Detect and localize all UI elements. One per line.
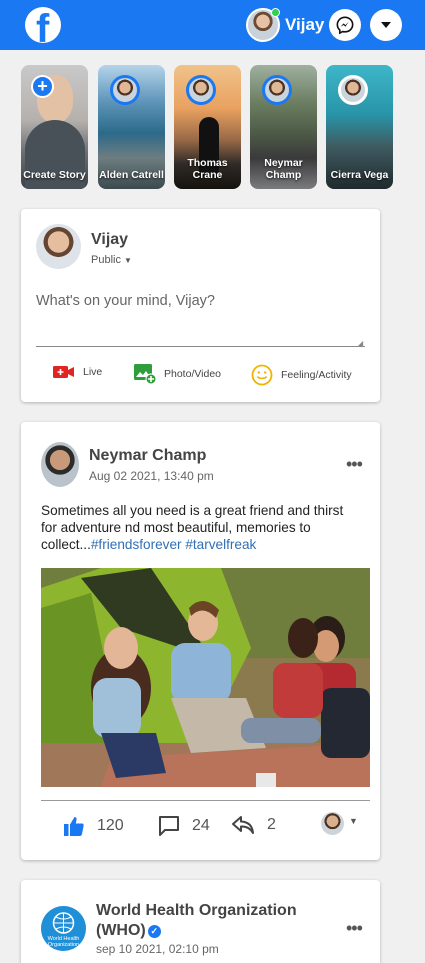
post-author-avatar[interactable] [41,442,79,487]
caret-down-icon [381,22,391,28]
add-story-icon[interactable]: + [31,75,54,98]
post-photo[interactable] [41,568,370,787]
story-avatar [110,75,140,105]
resize-handle-icon[interactable]: ◢ [357,339,363,348]
story-label: Cierra Vega [330,169,389,181]
live-label: Live [83,366,103,378]
story-label: Thomas Crane [187,157,228,181]
thumbs-up-icon [64,817,84,836]
like-button[interactable]: 120 [63,815,124,837]
facebook-logo-icon[interactable]: f [25,7,61,43]
post-author-name[interactable]: World Health Organization (WHO) ✓ [96,901,316,941]
share-button[interactable]: 2 [231,815,276,835]
story-avatar [262,75,292,105]
story-avatar [338,75,368,105]
top-bar: f Vijay [0,0,425,50]
composer-user-name: Vijay [91,231,129,248]
post-divider [41,800,370,801]
camping-photo [41,568,370,787]
privacy-label: Public [91,254,121,266]
video-camera-icon [53,366,74,378]
smiley-icon [251,364,273,386]
photo-add-icon [134,364,156,384]
comment-count: 24 [192,817,210,834]
reply-share-icon [232,816,254,834]
story-create[interactable]: + Create Story [21,65,88,189]
story-label: Create Story [23,169,86,181]
caret-down-icon[interactable]: ▼ [349,816,358,826]
story-avatar [186,75,216,105]
post-card: Neymar Champ Aug 02 2021, 13:40 pm ••• S… [21,422,380,860]
post-card: World Health Organization World Health O… [21,880,380,963]
status-input[interactable]: What's on your mind, Vijay? [36,293,215,309]
account-menu-button[interactable] [370,9,402,41]
post-author-name[interactable]: Neymar Champ [89,447,206,465]
story-label: Alden Catrell [99,169,164,181]
composer-avatar [36,224,81,269]
post-timestamp: Aug 02 2021, 13:40 pm [89,469,214,483]
who-logo-icon[interactable]: World Health Organization [41,906,86,951]
comment-button[interactable]: 24 [158,815,210,837]
post-timestamp: sep 10 2021, 02:10 pm [96,942,219,956]
stories-bar: + Create Story Alden Catrell Thomas Cran… [21,65,401,189]
profile-name[interactable]: Vijay [285,15,324,35]
verified-badge-icon: ✓ [147,925,161,938]
caret-down-icon: ▼ [124,256,132,265]
like-count: 120 [97,817,124,834]
post-composer: Vijay Public ▼ What's on your mind, Vija… [21,209,380,402]
story-cierra-vega[interactable]: Cierra Vega [326,65,393,189]
post-options-icon[interactable]: ••• [346,454,363,475]
online-status-indicator [271,8,280,17]
reaction-audience-avatar[interactable] [321,812,344,835]
feeling-activity-button[interactable]: Feeling/Activity [251,364,352,386]
post-text: Sometimes all you need is a great friend… [41,502,361,553]
story-label: Neymar Champ [264,157,303,181]
photo-video-button[interactable]: Photo/Video [134,364,221,384]
messenger-button[interactable] [329,9,361,41]
post-options-icon[interactable]: ••• [346,918,363,939]
story-alden-catrell[interactable]: Alden Catrell [98,65,165,189]
who-logo-text: World Health Organization [47,936,80,948]
live-button[interactable]: Live [53,364,102,380]
photo-video-label: Photo/Video [164,368,222,380]
story-thomas-crane[interactable]: Thomas Crane [174,65,241,189]
input-underline [36,346,365,347]
post-hashtags[interactable]: #friendsforever #tarvelfreak [91,537,256,552]
feeling-activity-label: Feeling/Activity [281,369,352,381]
comment-icon [159,816,179,836]
messenger-icon [336,16,354,34]
privacy-selector[interactable]: Public ▼ [91,254,132,266]
share-count: 2 [267,816,276,833]
story-neymar-champ[interactable]: Neymar Champ [250,65,317,189]
